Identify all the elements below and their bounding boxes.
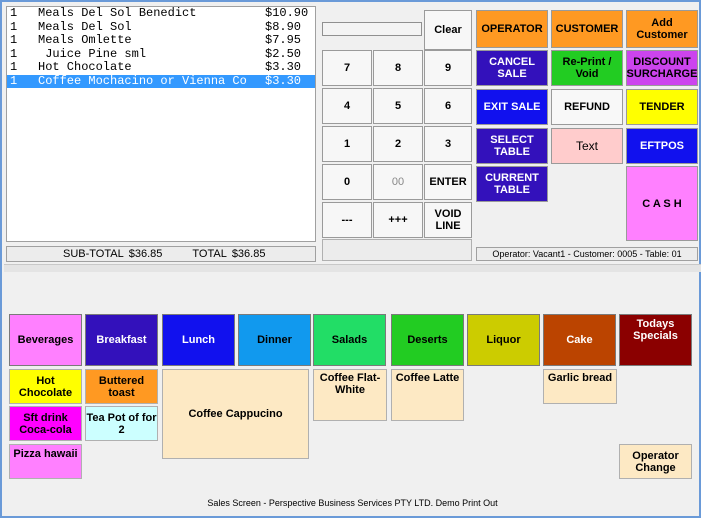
total-label: TOTAL: [192, 248, 227, 260]
minus-button[interactable]: ---: [322, 202, 372, 238]
key-9-button[interactable]: 9: [424, 50, 472, 86]
exit-sale-button[interactable]: EXIT SALE: [476, 89, 548, 125]
order-qty: 1: [10, 73, 18, 88]
category-liquor[interactable]: Liquor: [467, 314, 540, 366]
order-price: $10.90: [265, 6, 309, 20]
category-todays-specials[interactable]: Todays Specials: [619, 314, 692, 366]
operator-button[interactable]: OPERATOR: [476, 10, 548, 48]
order-desc: Meals Del Sol: [38, 19, 132, 34]
category-dinner[interactable]: Dinner: [238, 314, 311, 366]
cash-button[interactable]: C A S H: [626, 166, 698, 241]
add-customer-button[interactable]: Add Customer: [626, 10, 698, 48]
key-1-button[interactable]: 1: [322, 126, 372, 162]
product-pizza-hawaii[interactable]: Pizza hawaii: [9, 444, 82, 479]
order-list[interactable]: 1 Meals Del Sol Benedict $10.90 1 Meals Del …: [6, 6, 316, 242]
key-6-button[interactable]: 6: [424, 88, 472, 124]
product-coffee-latte[interactable]: Coffee Latte: [391, 369, 464, 421]
entry-box: [322, 239, 472, 261]
refund-button[interactable]: REFUND: [551, 89, 623, 125]
product-garlic-bread[interactable]: Garlic bread: [543, 369, 617, 404]
product-coffee-cappucino[interactable]: Coffee Cappucino: [162, 369, 309, 459]
amount-display: [322, 22, 422, 36]
select-table-button[interactable]: SELECT TABLE: [476, 128, 548, 164]
product-hot-chocolate[interactable]: Hot Chocolate: [9, 369, 82, 404]
order-row[interactable]: 1 Meals Del Sol $8.90: [7, 19, 315, 35]
order-qty: 1: [10, 6, 18, 20]
order-price: $8.90: [265, 19, 302, 34]
eftpos-button[interactable]: EFTPOS: [626, 128, 698, 164]
order-price: $7.95: [265, 33, 302, 47]
tender-button[interactable]: TENDER: [626, 89, 698, 125]
order-row[interactable]: 1 Coffee Mochacino or Vienna Co $3.30: [7, 73, 315, 88]
order-qty: 1: [10, 46, 18, 61]
text-button[interactable]: Text: [551, 128, 623, 164]
order-row[interactable]: 1 Juice Pine sml $2.50: [7, 46, 315, 62]
order-row[interactable]: 1 Meals Del Sol Benedict $10.90: [7, 6, 315, 21]
key-7-button[interactable]: 7: [322, 50, 372, 86]
operator-change-button[interactable]: Operator Change: [619, 444, 692, 479]
current-table-button[interactable]: CURRENT TABLE: [476, 166, 548, 202]
subtotal-label: SUB-TOTAL: [63, 248, 124, 260]
cancel-sale-button[interactable]: CANCEL SALE: [476, 50, 548, 86]
clear-button[interactable]: Clear: [424, 10, 472, 50]
category-salads[interactable]: Salads: [313, 314, 386, 366]
product-coffee-flat-white[interactable]: Coffee Flat-White: [313, 369, 387, 421]
key-8-button[interactable]: 8: [373, 50, 423, 86]
pos-window: 1 Meals Del Sol Benedict $10.90 1 Meals Del …: [0, 0, 701, 518]
category-cake[interactable]: Cake: [543, 314, 616, 366]
total-value: $36.85: [231, 248, 266, 260]
key-2-button[interactable]: 2: [373, 126, 423, 162]
order-qty: 1: [10, 19, 18, 34]
order-qty: 1: [10, 60, 18, 74]
footer-text: Sales Screen - Perspective Business Serv…: [207, 498, 498, 508]
key-0-button[interactable]: 0: [322, 164, 372, 200]
order-qty: 1: [10, 33, 18, 47]
customer-button[interactable]: CUSTOMER: [551, 10, 623, 48]
category-beverages[interactable]: Beverages: [9, 314, 82, 366]
category-deserts[interactable]: Deserts: [391, 314, 464, 366]
order-desc: Meals Omlette: [38, 33, 132, 47]
totals-bar: SUB-TOTAL $36.85 TOTAL $36.85: [6, 246, 316, 262]
plus-button[interactable]: +++: [373, 202, 423, 238]
discount-surcharge-button[interactable]: DISCOUNT SURCHARGE: [626, 50, 698, 86]
subtotal-value: $36.85: [128, 248, 163, 260]
category-lunch[interactable]: Lunch: [162, 314, 235, 366]
product-sft-drink-coca-cola[interactable]: Sft drink Coca-cola: [9, 406, 82, 441]
order-desc: Juice Pine sml: [38, 46, 147, 61]
reprint-void-button[interactable]: Re-Print / Void: [551, 50, 623, 86]
section-divider: [4, 264, 701, 272]
order-price: $3.30: [265, 73, 302, 88]
order-row[interactable]: 1 Hot Chocolate $3.30: [7, 60, 315, 75]
order-desc: Coffee Mochacino or Vienna Co: [38, 73, 247, 88]
key-00-button[interactable]: 00: [373, 164, 423, 200]
key-4-button[interactable]: 4: [322, 88, 372, 124]
order-desc: Hot Chocolate: [38, 60, 132, 74]
order-price: $2.50: [265, 46, 302, 61]
status-bar: Operator: Vacant1 - Customer: 0005 - Tab…: [476, 247, 698, 261]
order-price: $3.30: [265, 60, 302, 74]
key-5-button[interactable]: 5: [373, 88, 423, 124]
key-3-button[interactable]: 3: [424, 126, 472, 162]
order-row[interactable]: 1 Meals Omlette $7.95: [7, 33, 315, 48]
order-desc: Meals Del Sol Benedict: [38, 6, 197, 20]
category-breakfast[interactable]: Breakfast: [85, 314, 158, 366]
enter-button[interactable]: ENTER: [424, 164, 472, 200]
void-line-button[interactable]: VOID LINE: [424, 202, 472, 238]
product-tea-pot[interactable]: Tea Pot of for 2: [85, 406, 158, 441]
product-buttered-toast[interactable]: Buttered toast: [85, 369, 158, 404]
